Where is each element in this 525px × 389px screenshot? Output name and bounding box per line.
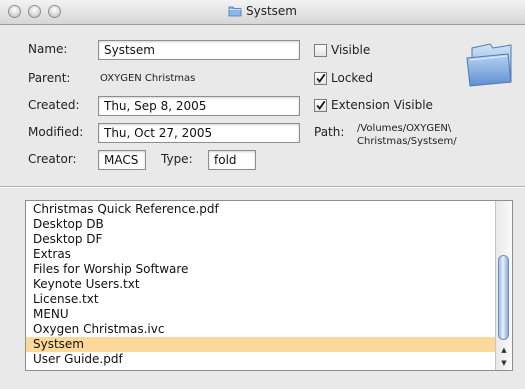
window-title: Systsem: [0, 4, 525, 20]
list-item[interactable]: MENU: [26, 307, 496, 322]
list-item[interactable]: Christmas Quick Reference.pdf: [26, 202, 496, 217]
parent-value: OXYGEN Christmas: [100, 73, 196, 84]
extension-visible-checkbox-label: Extension Visible: [331, 98, 433, 112]
window-title-text: Systsem: [246, 4, 297, 18]
name-label: Name:: [28, 42, 68, 56]
list-item[interactable]: Desktop DB: [26, 217, 496, 232]
list-item[interactable]: Oxygen Christmas.ivc: [26, 322, 496, 337]
file-list[interactable]: Christmas Quick Reference.pdf Desktop DB D…: [25, 200, 513, 371]
list-item[interactable]: Extras: [26, 247, 496, 262]
extension-visible-checkbox[interactable]: [314, 98, 327, 112]
locked-checkbox-row[interactable]: Locked: [314, 71, 373, 85]
modified-label: Modified:: [28, 125, 84, 139]
list-item[interactable]: Systsem: [26, 337, 496, 352]
checkmark-icon: [316, 73, 326, 83]
scroll-up-arrow-icon[interactable]: ▲: [496, 344, 512, 356]
folder-icon: [228, 5, 242, 20]
path-value-line2: Christmas/Systsem/: [357, 136, 457, 147]
list-item[interactable]: Files for Worship Software: [26, 262, 496, 277]
creator-field[interactable]: MACS: [98, 150, 146, 170]
type-field[interactable]: fold: [208, 150, 256, 170]
checkmark-icon: [316, 100, 326, 110]
section-divider: [0, 186, 525, 188]
locked-checkbox-label: Locked: [331, 71, 373, 85]
type-label: Type:: [161, 152, 193, 166]
name-field[interactable]: Systsem: [98, 40, 300, 60]
extension-visible-checkbox-row[interactable]: Extension Visible: [314, 98, 433, 112]
visible-checkbox-label: Visible: [331, 43, 371, 57]
list-item[interactable]: License.txt: [26, 292, 496, 307]
modified-field[interactable]: Thu, Oct 27, 2005: [98, 123, 300, 143]
creator-label: Creator:: [28, 152, 77, 166]
created-field[interactable]: Thu, Sep 8, 2005: [98, 96, 300, 116]
list-item[interactable]: Keynote Users.txt: [26, 277, 496, 292]
visible-checkbox[interactable]: [314, 43, 327, 57]
locked-checkbox[interactable]: [314, 71, 327, 85]
file-list-items: Christmas Quick Reference.pdf Desktop DB D…: [26, 202, 496, 367]
path-value-line1: /Volumes/OXYGEN\: [357, 123, 452, 134]
list-item[interactable]: User Guide.pdf: [26, 352, 496, 367]
vertical-scrollbar[interactable]: ▲ ▼: [495, 201, 512, 370]
info-window: Systsem Name: Systsem Parent: OXYGEN Chr…: [0, 0, 525, 389]
scroll-down-arrow-icon[interactable]: ▼: [496, 357, 512, 369]
scroll-thumb[interactable]: [498, 255, 509, 340]
visible-checkbox-row[interactable]: Visible: [314, 43, 370, 57]
path-label: Path:: [314, 125, 345, 139]
created-label: Created:: [28, 98, 80, 112]
title-bar[interactable]: Systsem: [0, 0, 525, 25]
folder-icon: [464, 42, 514, 88]
parent-label: Parent:: [28, 71, 71, 85]
list-item[interactable]: Desktop DF: [26, 232, 496, 247]
